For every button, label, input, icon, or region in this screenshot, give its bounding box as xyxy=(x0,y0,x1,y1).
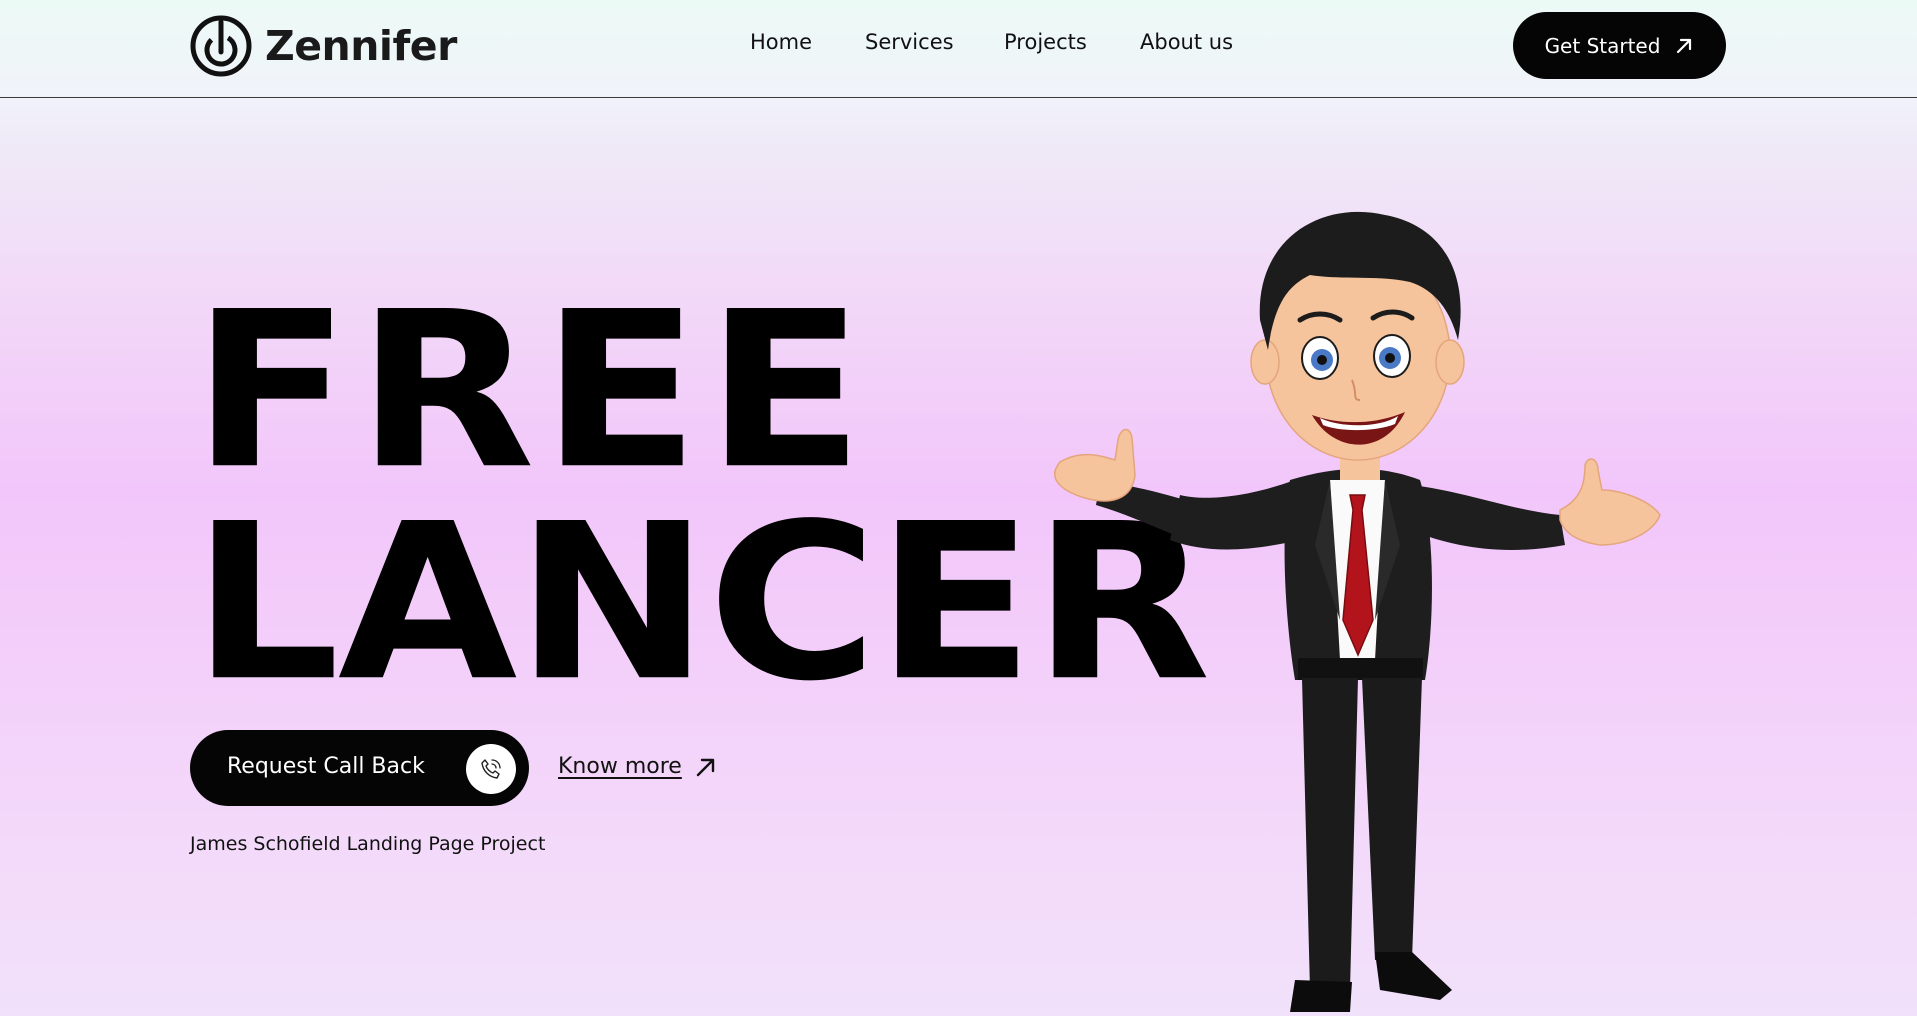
nav-services[interactable]: Services xyxy=(865,30,954,54)
arrow-up-right-icon xyxy=(1677,38,1692,53)
site-header: Zennifer Home Services Projects About us… xyxy=(0,0,1917,98)
project-caption: James Schofield Landing Page Project xyxy=(190,833,546,855)
brand-logo[interactable]: Zennifer xyxy=(189,14,457,78)
nav-projects[interactable]: Projects xyxy=(1004,30,1087,54)
know-more-link[interactable]: Know more xyxy=(558,754,718,779)
know-more-label: Know more xyxy=(558,754,682,779)
hero-title-line1: FREE xyxy=(192,265,871,517)
nav-home[interactable]: Home xyxy=(750,30,812,54)
phone-icon-container xyxy=(466,744,516,794)
nav-about-us[interactable]: About us xyxy=(1140,30,1233,54)
arrow-up-right-icon xyxy=(696,758,715,776)
get-started-button[interactable]: Get Started xyxy=(1513,12,1726,79)
phone-icon xyxy=(481,759,501,779)
request-call-back-button[interactable]: Request Call Back xyxy=(190,730,529,806)
cartoon-businessman-illustration xyxy=(1054,211,1661,1012)
get-started-label: Get Started xyxy=(1544,33,1661,58)
brand-name: Zennifer xyxy=(265,22,457,70)
request-call-back-label: Request Call Back xyxy=(227,754,425,779)
power-logo-icon xyxy=(190,15,252,77)
